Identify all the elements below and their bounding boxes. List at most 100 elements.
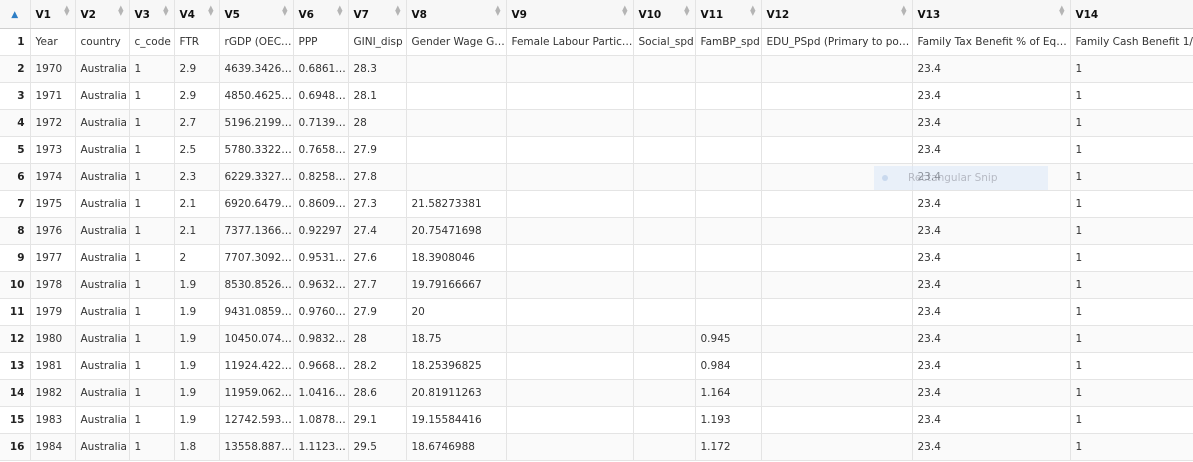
table-cell[interactable]: country (75, 28, 130, 56)
table-cell[interactable]: 27.6 (348, 244, 407, 272)
table-cell[interactable]: 11959.06209 (219, 379, 294, 407)
table-cell[interactable] (695, 109, 762, 137)
table-cell[interactable]: 2 (174, 244, 220, 272)
table-cell[interactable]: Australia (75, 271, 130, 299)
table-cell[interactable]: 11924.42216 (219, 352, 294, 380)
table-cell[interactable]: 8530.852646 (219, 271, 294, 299)
table-cell[interactable]: 1983 (30, 406, 76, 434)
sort-ascending-icon[interactable]: ▲ (11, 10, 18, 20)
table-cell[interactable]: 1 (129, 136, 175, 164)
table-cell[interactable] (506, 55, 634, 83)
table-cell[interactable]: 2.1 (174, 217, 220, 245)
table-cell[interactable]: Australia (75, 136, 130, 164)
table-cell[interactable]: 23.4 (912, 352, 1071, 380)
table-cell[interactable] (406, 109, 507, 137)
table-cell[interactable]: Australia (75, 406, 130, 434)
table-cell[interactable]: 1979 (30, 298, 76, 326)
table-cell[interactable] (506, 433, 634, 461)
column-header-v6[interactable]: V6 ▲ ▼ (293, 0, 349, 29)
table-cell[interactable]: 1978 (30, 271, 76, 299)
sort-toggle-icon[interactable]: ▲ ▼ (1059, 5, 1064, 17)
table-cell[interactable]: 1 (129, 163, 175, 191)
column-header-v1[interactable]: V1 ▲ ▼ (30, 0, 76, 29)
table-cell[interactable]: c_code (129, 28, 175, 56)
table-cell[interactable]: Australia (75, 244, 130, 272)
table-cell[interactable]: 1.9 (174, 298, 220, 326)
table-cell[interactable]: 0.713974 (293, 109, 349, 137)
table-cell[interactable] (506, 190, 634, 218)
table-cell[interactable] (695, 55, 762, 83)
table-cell[interactable]: 0.945 (695, 325, 762, 353)
table-cell[interactable] (506, 136, 634, 164)
table-cell[interactable]: 27.9 (348, 136, 407, 164)
table-cell[interactable] (633, 55, 696, 83)
table-cell[interactable]: rGDP (OECD) (219, 28, 294, 56)
table-cell[interactable] (406, 82, 507, 110)
column-header-v12[interactable]: V12 ▲ ▼ (761, 0, 913, 29)
table-cell[interactable]: Australia (75, 433, 130, 461)
table-cell[interactable]: 23.4 (912, 217, 1071, 245)
table-cell[interactable]: 28.2 (348, 352, 407, 380)
table-cell[interactable] (633, 244, 696, 272)
table-row[interactable]: 5 1973 Australia 1 2.5 5780.332232 0.765889 27.… (0, 136, 1193, 164)
table-cell[interactable]: 27.8 (348, 163, 407, 191)
table-cell[interactable] (633, 163, 696, 191)
table-cell[interactable] (633, 406, 696, 434)
table-cell[interactable]: 1 (1070, 406, 1193, 434)
table-cell[interactable]: Social_spd (633, 28, 696, 56)
table-cell[interactable]: 23.4 (912, 379, 1071, 407)
table-cell[interactable]: 1 (1070, 271, 1193, 299)
table-cell[interactable]: 1 (1070, 379, 1193, 407)
table-row[interactable]: 10 1978 Australia 1 1.9 8530.852646 0.963282 27… (0, 271, 1193, 299)
table-cell[interactable]: 1.112354 (293, 433, 349, 461)
table-cell[interactable] (633, 136, 696, 164)
table-cell[interactable]: 0.983229 (293, 325, 349, 353)
table-cell[interactable]: Australia (75, 352, 130, 380)
table-cell[interactable]: 1977 (30, 244, 76, 272)
table-cell[interactable]: Australia (75, 298, 130, 326)
table-cell[interactable]: 1970 (30, 55, 76, 83)
sort-toggle-icon[interactable]: ▲ ▼ (118, 5, 123, 17)
table-cell[interactable] (406, 55, 507, 83)
table-cell[interactable]: EDU_PSpd (Primary to post... (761, 28, 913, 56)
table-cell[interactable] (761, 109, 913, 137)
table-row[interactable]: 2 1970 Australia 1 2.9 4639.342662 0.686194 28.… (0, 55, 1193, 83)
table-cell[interactable] (695, 136, 762, 164)
table-cell[interactable]: 1.087813 (293, 406, 349, 434)
table-cell[interactable] (761, 298, 913, 326)
table-cell[interactable]: 1.9 (174, 325, 220, 353)
column-header-v7[interactable]: V7 ▲ ▼ (348, 0, 407, 29)
table-cell[interactable]: 27.7 (348, 271, 407, 299)
sort-toggle-icon[interactable]: ▲ ▼ (495, 5, 500, 17)
table-cell[interactable]: 19.15584416 (406, 406, 507, 434)
table-cell[interactable] (633, 433, 696, 461)
table-cell[interactable]: 1 (129, 433, 175, 461)
table-cell[interactable] (506, 379, 634, 407)
table-cell[interactable]: 10450.07421 (219, 325, 294, 353)
table-cell[interactable]: 18.25396825 (406, 352, 507, 380)
table-cell[interactable]: 1974 (30, 163, 76, 191)
table-cell[interactable]: 20.81911263 (406, 379, 507, 407)
table-cell[interactable] (761, 163, 913, 191)
table-cell[interactable] (633, 379, 696, 407)
sort-toggle-icon[interactable]: ▲ ▼ (208, 5, 213, 17)
table-cell[interactable]: Gender Wage Gap (406, 28, 507, 56)
table-cell[interactable] (695, 217, 762, 245)
table-cell[interactable]: 23.4 (912, 271, 1071, 299)
table-cell[interactable]: 1.9 (174, 406, 220, 434)
table-cell[interactable]: Australia (75, 217, 130, 245)
table-cell[interactable] (633, 298, 696, 326)
table-cell[interactable]: 27.9 (348, 298, 407, 326)
table-cell[interactable]: 1971 (30, 82, 76, 110)
table-cell[interactable]: 1975 (30, 190, 76, 218)
column-header-v11[interactable]: V11 ▲ ▼ (695, 0, 762, 29)
table-cell[interactable] (506, 298, 634, 326)
table-cell[interactable]: 23.4 (912, 136, 1071, 164)
table-row[interactable]: 12 1980 Australia 1 1.9 10450.07421 0.983229 28… (0, 325, 1193, 353)
table-cell[interactable]: Australia (75, 163, 130, 191)
table-cell[interactable] (761, 82, 913, 110)
table-row[interactable]: 6 1974 Australia 1 2.3 6229.332791 0.825855 27.… (0, 163, 1193, 191)
table-cell[interactable]: 1 (1070, 136, 1193, 164)
table-cell[interactable]: 1 (1070, 325, 1193, 353)
table-cell[interactable]: 20 (406, 298, 507, 326)
